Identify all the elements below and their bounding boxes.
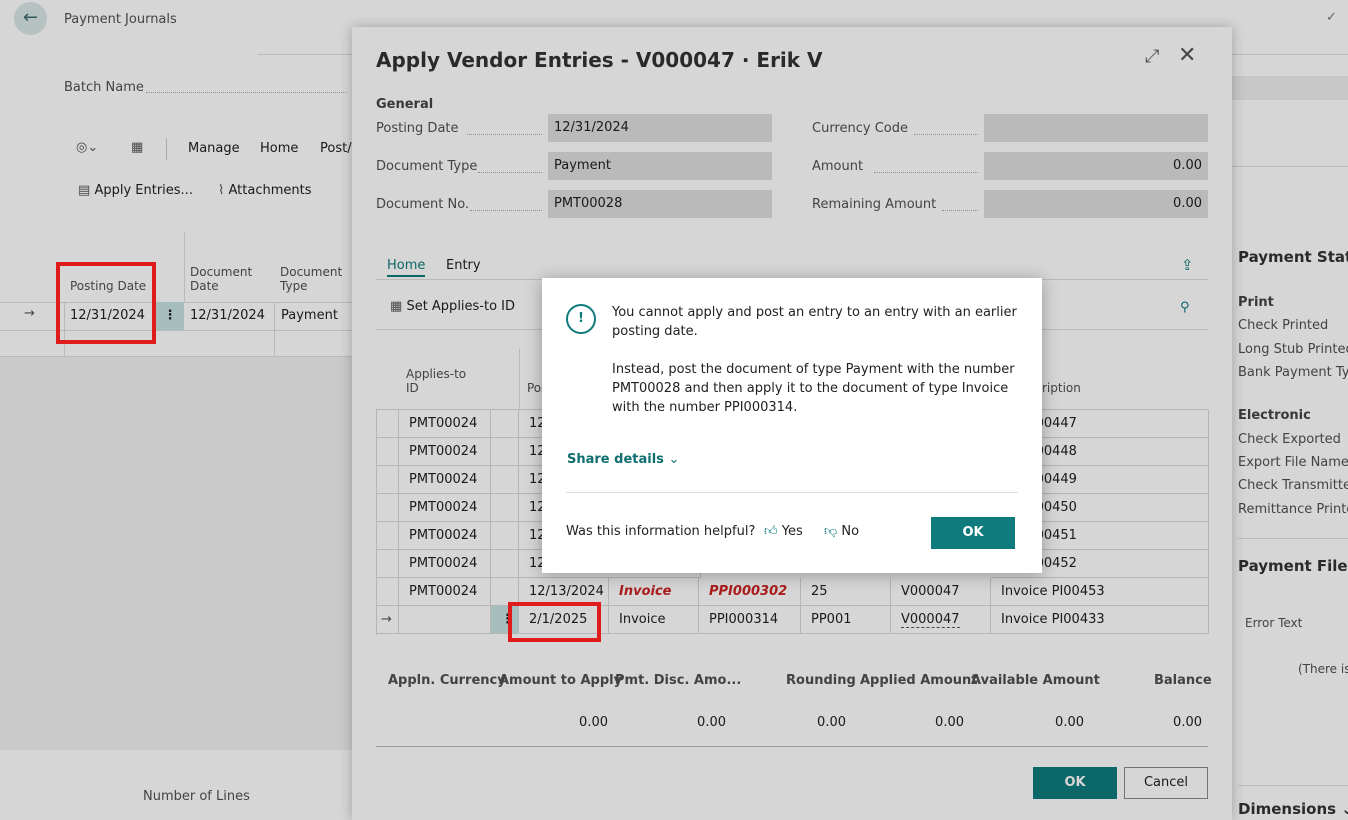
thumbs-up-icon: 👍︎ bbox=[764, 524, 778, 539]
chevron-down-icon: ⌄ bbox=[668, 452, 680, 467]
highlight-entry-posting-date bbox=[508, 602, 601, 642]
error-message-line3: Instead, post the document of type Payme… bbox=[612, 362, 1015, 377]
error-message-line4: PMT00028 and then apply it to the docume… bbox=[612, 381, 1009, 396]
info-icon: ! bbox=[566, 304, 596, 334]
error-divider bbox=[566, 492, 1018, 493]
highlight-journal-posting-date bbox=[56, 262, 156, 344]
thumbs-down-icon: 👎︎ bbox=[824, 524, 838, 539]
yes-label: Yes bbox=[781, 524, 803, 539]
error-message-line5: with the number PPI000314. bbox=[612, 400, 798, 415]
helpful-no-button[interactable]: 👎︎ No bbox=[824, 524, 859, 539]
error-message-line1: You cannot apply and post an entry to an… bbox=[612, 305, 1017, 320]
share-details-link[interactable]: Share details ⌄ bbox=[567, 452, 679, 467]
error-ok-button[interactable]: OK bbox=[931, 517, 1015, 549]
share-details-label: Share details bbox=[567, 452, 664, 467]
helpful-yes-button[interactable]: 👍︎ Yes bbox=[764, 524, 803, 539]
error-message-line2: posting date. bbox=[612, 324, 698, 339]
no-label: No bbox=[841, 524, 860, 539]
helpful-question: Was this information helpful? bbox=[566, 524, 756, 539]
error-dialog: ! You cannot apply and post an entry to … bbox=[542, 278, 1042, 573]
